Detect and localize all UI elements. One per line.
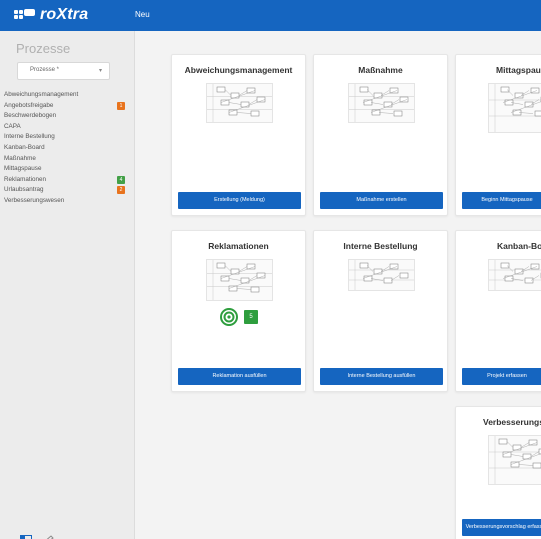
process-card-verbesserungswesen[interactable]: Verbesserungswesen Verbesserungsvorschla…: [455, 406, 541, 539]
sidebar-item-abweichungsmanagement[interactable]: Abweichungsmanagement: [0, 90, 135, 101]
sidebar-item-kanban-board[interactable]: Kanban-Board: [0, 143, 135, 154]
sidebar-item-angebotsfreigabe[interactable]: Angebotsfreigabe 1: [0, 101, 135, 112]
start-process-button[interactable]: Projekt erfassen: [462, 368, 541, 385]
card-title: Mittagspause: [496, 65, 541, 75]
sidebar-item-beschwerdebogen[interactable]: Beschwerdebogen: [0, 111, 135, 122]
card-title: Maßnahme: [358, 65, 403, 75]
sidebar-item-reklamationen[interactable]: Reklamationen 4: [0, 175, 135, 186]
start-process-button[interactable]: Verbesserungsvorschlag erfassen: [462, 519, 541, 536]
chevron-down-icon: ▾: [98, 68, 102, 74]
start-process-button[interactable]: Interne Bestellung ausfüllen: [320, 368, 443, 385]
sidebar-item-urlaubsantrag[interactable]: Urlaubsantrag 2: [0, 185, 135, 196]
card-title: Abweichungsmanagement: [184, 65, 293, 75]
process-card-reklamationen[interactable]: Reklamationen 5 Reklamation ausfüllen: [171, 230, 306, 392]
card-title: Verbesserungswesen: [483, 417, 541, 427]
top-bar: roXtra Neu: [0, 0, 541, 31]
start-process-button[interactable]: Maßnahme erstellen: [320, 192, 443, 209]
logo-text: roXtra: [40, 6, 89, 23]
process-list: Abweichungsmanagement Angebotsfreigabe 1 …: [0, 90, 135, 207]
process-filter-select[interactable]: Prozesse * ▾: [17, 62, 110, 80]
sidebar-item-mittagspause[interactable]: Mittagspause: [0, 164, 135, 175]
new-menu-link[interactable]: Neu: [135, 10, 150, 19]
card-title: Reklamationen: [208, 241, 269, 251]
count-badge: 1: [117, 101, 125, 110]
process-card-kanban-board[interactable]: Kanban-Board Projekt erfassen: [455, 230, 541, 392]
process-card-interne-bestellung[interactable]: Interne Bestellung Interne Bestellung au…: [313, 230, 448, 392]
edit-icon[interactable]: [42, 530, 54, 539]
sidebar-item-capa[interactable]: CAPA: [0, 122, 135, 133]
roxtra-logo-icon: [14, 7, 36, 23]
status-count-badge: 5: [244, 310, 258, 324]
process-diagram-thumbnail: [348, 83, 415, 123]
process-diagram-thumbnail: [488, 435, 541, 485]
process-diagram-thumbnail: [206, 259, 273, 301]
app-logo[interactable]: roXtra: [14, 6, 88, 24]
process-card-mittagspause[interactable]: Mittagspause Beginn Mittagspause: [455, 54, 541, 216]
start-process-button[interactable]: Beginn Mittagspause: [462, 192, 541, 209]
card-title: Interne Bestellung: [343, 241, 418, 251]
start-process-button[interactable]: Erstellung (Meldung): [178, 192, 301, 209]
process-diagram-thumbnail: [488, 259, 541, 291]
start-process-button[interactable]: Reklamation ausfüllen: [178, 368, 301, 385]
sidebar: Prozesse Prozesse * ▾ Abweichungsmanagem…: [0, 31, 135, 539]
count-badge: 4: [117, 175, 125, 184]
sidebar-item-interne-bestellung[interactable]: Interne Bestellung: [0, 132, 135, 143]
sidebar-footer: [20, 530, 54, 539]
process-filter-value: Prozesse *: [30, 67, 60, 73]
count-badge: 2: [117, 186, 125, 195]
card-title: Kanban-Board: [497, 241, 541, 251]
panel-toggle-icon[interactable]: [20, 530, 32, 539]
process-card-massnahme[interactable]: Maßnahme Maßnahme erstellen: [313, 54, 448, 216]
sidebar-item-verbesserungswesen[interactable]: Verbesserungswesen: [0, 196, 135, 207]
target-status-icon: [220, 308, 238, 326]
sidebar-item-massnahme[interactable]: Maßnahme: [0, 154, 135, 165]
process-diagram-thumbnail: [206, 83, 273, 123]
process-diagram-thumbnail: [348, 259, 415, 291]
sidebar-title: Prozesse: [16, 41, 71, 56]
process-card-abweichungsmanagement[interactable]: Abweichungsmanagement Erstellung (Meldun…: [171, 54, 306, 216]
process-diagram-thumbnail: [488, 83, 541, 133]
